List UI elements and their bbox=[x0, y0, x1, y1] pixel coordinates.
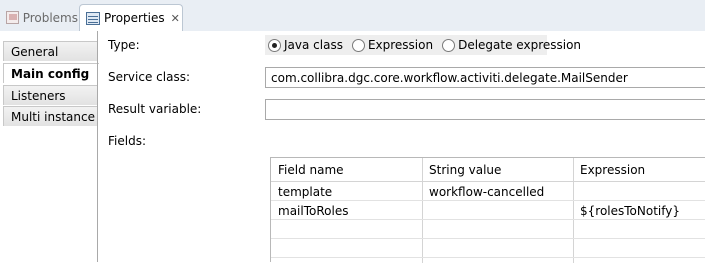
radio-delegate-expression[interactable]: Delegate expression bbox=[442, 38, 581, 52]
sidebar-item-label: General bbox=[11, 44, 59, 59]
cell-expression[interactable]: ${rolesToNotify} bbox=[573, 201, 705, 220]
table-row[interactable] bbox=[271, 239, 705, 258]
sidebar-item-label: Main config bbox=[11, 66, 90, 81]
tab-problems-label: Problems bbox=[22, 10, 78, 25]
cell-expression[interactable] bbox=[573, 182, 705, 201]
cell-field-name[interactable] bbox=[271, 220, 422, 239]
table-row[interactable]: template workflow-cancelled bbox=[271, 182, 705, 201]
cell-string-value[interactable] bbox=[422, 201, 573, 220]
radio-label: Java class bbox=[284, 38, 343, 52]
radio-label: Expression bbox=[367, 38, 434, 52]
radio-java-class[interactable]: Java class bbox=[268, 38, 343, 52]
result-variable-label: Result variable: bbox=[108, 102, 202, 116]
radio-button[interactable] bbox=[442, 38, 456, 52]
tab-problems[interactable]: Problems bbox=[0, 4, 78, 31]
sidebar-item-label: Multi instance bbox=[11, 109, 95, 124]
cell-expression[interactable] bbox=[573, 239, 705, 258]
radio-button[interactable] bbox=[351, 38, 365, 52]
view-tab-bar: Problems Properties ✕ bbox=[0, 0, 705, 31]
fields-label: Fields: bbox=[108, 134, 146, 148]
table-row[interactable] bbox=[271, 220, 705, 239]
cell-field-name[interactable] bbox=[271, 239, 422, 258]
properties-sidebar: General Main config Listeners Multi inst… bbox=[0, 31, 99, 262]
radio-button-checked[interactable] bbox=[268, 38, 281, 52]
cell-string-value[interactable] bbox=[422, 239, 573, 258]
table-row[interactable]: mailToRoles ${rolesToNotify} bbox=[271, 201, 705, 220]
sidebar-item-listeners[interactable]: Listeners bbox=[3, 85, 98, 105]
sidebar-item-main-config[interactable]: Main config bbox=[3, 63, 99, 83]
problems-icon bbox=[6, 11, 19, 24]
table-header: Field name String value Expression bbox=[271, 158, 705, 182]
cell-string-value[interactable]: workflow-cancelled bbox=[422, 182, 573, 201]
sidebar-item-label: Listeners bbox=[11, 88, 66, 103]
tab-properties[interactable]: Properties ✕ bbox=[79, 4, 183, 31]
service-class-input[interactable]: com.collibra.dgc.core.workflow.activiti.… bbox=[265, 67, 705, 88]
column-header-field-name[interactable]: Field name bbox=[271, 158, 422, 182]
radio-expression[interactable]: Expression bbox=[351, 38, 434, 52]
sidebar-item-general[interactable]: General bbox=[3, 41, 98, 61]
service-class-label: Service class: bbox=[108, 70, 190, 84]
cell-expression[interactable] bbox=[573, 220, 705, 239]
fields-table: Field name String value Expression templ… bbox=[270, 157, 705, 263]
properties-icon bbox=[86, 11, 100, 25]
result-variable-input[interactable] bbox=[265, 99, 705, 120]
sidebar-item-multi-instance[interactable]: Multi instance bbox=[3, 106, 98, 126]
type-radio-group: Java class Expression Delegate expressio… bbox=[265, 35, 581, 55]
tab-properties-label: Properties bbox=[104, 11, 165, 25]
cell-field-name[interactable]: mailToRoles bbox=[271, 201, 422, 220]
close-icon[interactable]: ✕ bbox=[171, 12, 180, 25]
type-label: Type: bbox=[108, 38, 140, 52]
cell-field-name[interactable]: template bbox=[271, 182, 422, 201]
radio-label: Delegate expression bbox=[458, 38, 582, 52]
cell-string-value[interactable] bbox=[422, 220, 573, 239]
column-header-expression[interactable]: Expression bbox=[573, 158, 705, 182]
column-header-string-value[interactable]: String value bbox=[422, 158, 573, 182]
